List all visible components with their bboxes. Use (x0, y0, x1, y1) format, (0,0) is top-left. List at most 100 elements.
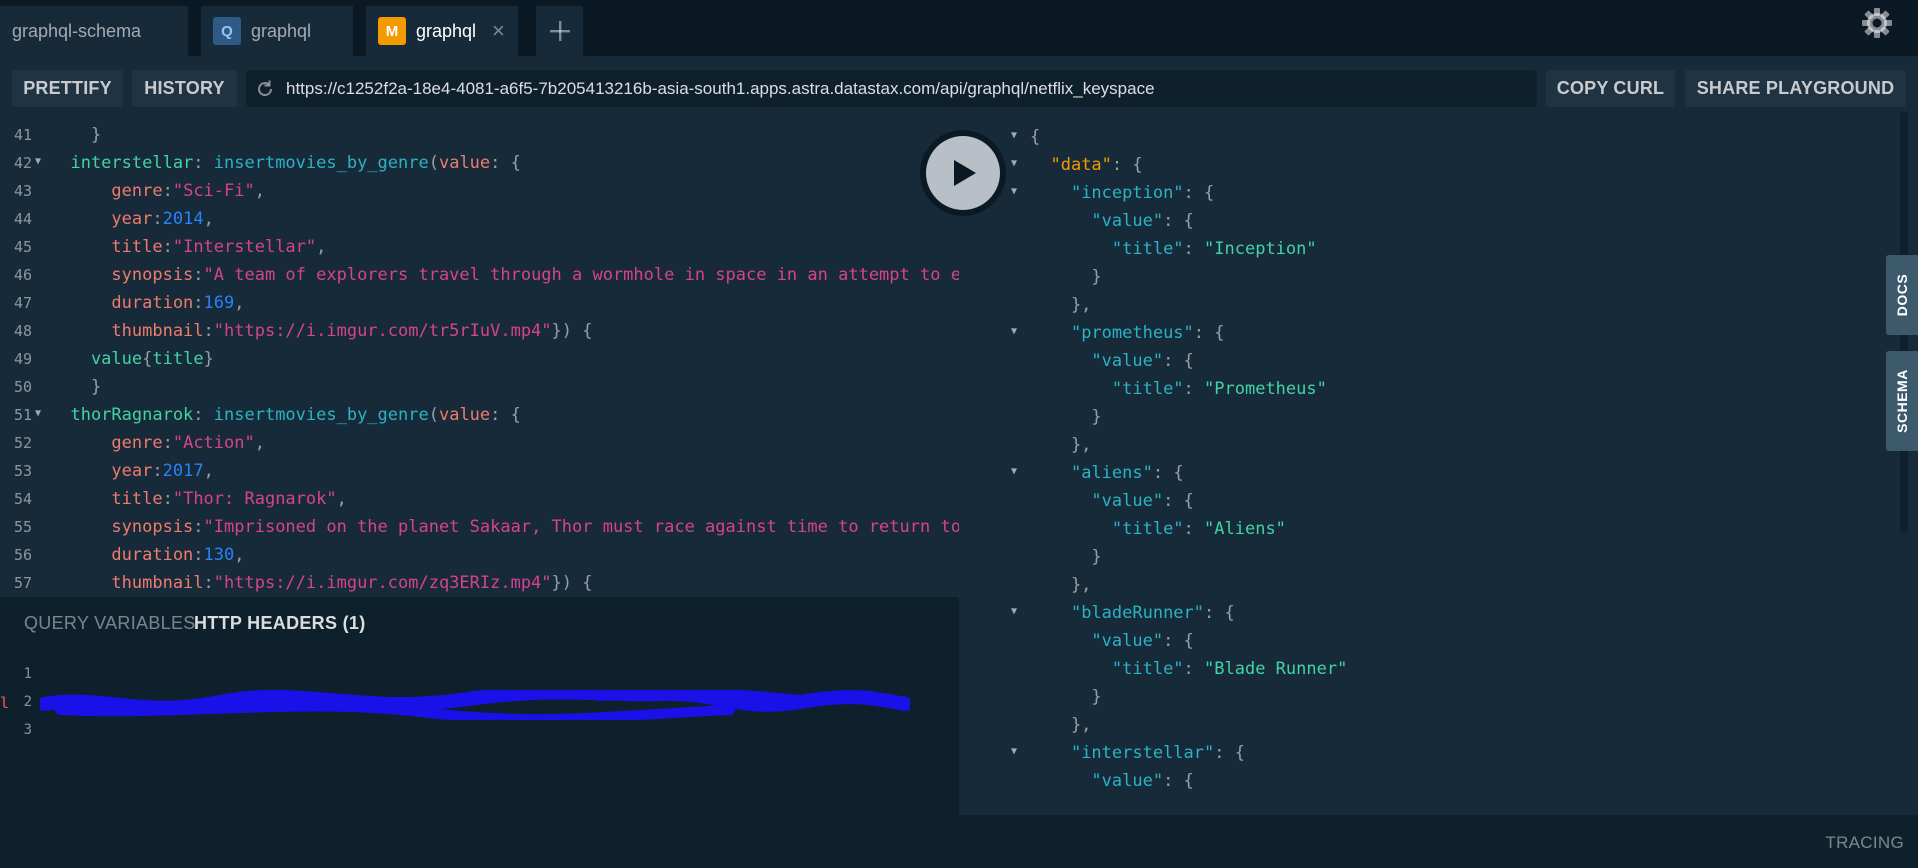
code-line[interactable]: 57 thumbnail:"https://i.imgur.com/zq3ERI… (0, 570, 959, 597)
result-line: "value": { (959, 208, 1859, 236)
code-line[interactable]: 48 thumbnail:"https://i.imgur.com/tr5rIu… (0, 318, 959, 346)
code-text: genre:"Sci-Fi", (50, 181, 265, 201)
line-number: 47 (13, 294, 32, 312)
code-text: thumbnail:"https://i.imgur.com/zq3ERIz.m… (50, 573, 592, 593)
code-token: 169 (203, 293, 235, 313)
code-token: "Imprisoned on the planet Sakaar, Thor m… (203, 517, 959, 537)
json-token: "value" (1091, 771, 1164, 791)
line-number: 53 (13, 462, 32, 480)
code-line[interactable]: 49 value{title} (0, 346, 959, 374)
fold-arrow-icon[interactable]: ▼ (1011, 606, 1017, 617)
code-line[interactable]: 41 } (0, 122, 959, 150)
code-token: , (336, 489, 347, 509)
code-line[interactable]: 45 title:"Interstellar", (0, 234, 959, 262)
code-token: : (152, 461, 163, 481)
query-editor[interactable]: 41 } 42 ▼ interstellar: insertmovies_by_ge… (0, 122, 959, 597)
tab-http-headers[interactable]: HTTP HEADERS (1) (194, 613, 365, 634)
code-line[interactable]: 50 } (0, 374, 959, 402)
code-line[interactable]: 43 genre:"Sci-Fi", (0, 178, 959, 206)
docs-button[interactable]: DOCS (1886, 255, 1918, 335)
json-token: } (1030, 407, 1102, 427)
header-line[interactable]: 1 (0, 662, 959, 690)
header-line[interactable]: 3 (0, 718, 959, 746)
gear-icon (1862, 8, 1892, 38)
result-text: "title": "Blade Runner" (1030, 659, 1347, 679)
json-token: "aliens" (1070, 463, 1153, 483)
code-line[interactable]: 53 year:2017, (0, 458, 959, 486)
result-line: } (959, 264, 1859, 292)
json-token: "title" (1111, 659, 1184, 679)
code-line[interactable]: 55 synopsis:"Imprisoned on the planet Sa… (0, 514, 959, 542)
tab-query-variables[interactable]: QUERY VARIABLES (24, 613, 196, 634)
result-line: "value": { (959, 488, 1859, 516)
tracing-button[interactable]: TRACING (1825, 833, 1904, 853)
fold-arrow-icon[interactable]: ▼ (35, 408, 41, 419)
code-line[interactable]: 52 genre:"Action", (0, 430, 959, 458)
code-token: , (203, 209, 214, 229)
prettify-button[interactable]: PRETTIFY (12, 70, 123, 107)
execute-query-button[interactable] (920, 130, 1006, 216)
endpoint-url-input[interactable]: https://c1252f2a-18e4-4081-a6f5-7b205413… (246, 70, 1537, 107)
code-line[interactable]: 51 ▼ thorRagnarok: insertmovies_by_genre(… (0, 402, 959, 430)
json-token: "title" (1111, 379, 1184, 399)
code-token: , (254, 181, 265, 201)
json-token: "prometheus" (1070, 323, 1194, 343)
fold-arrow-icon[interactable]: ▼ (1011, 746, 1017, 757)
code-line[interactable]: 54 title:"Thor: Ragnarok", (0, 486, 959, 514)
tab-graphql-mutation[interactable]: M graphql × (366, 6, 518, 56)
code-line[interactable]: 47 duration:169, (0, 290, 959, 318)
result-text: }, (1030, 715, 1091, 735)
code-token: : (152, 209, 163, 229)
code-text: synopsis:"A team of explorers travel thr… (50, 265, 959, 285)
tab-graphql-schema[interactable]: graphql-schema (0, 6, 188, 56)
json-token: "Blade Runner" (1204, 659, 1348, 679)
line-number: 43 (13, 182, 32, 200)
fold-arrow-icon[interactable]: ▼ (1011, 326, 1017, 337)
tab-label: graphql (416, 20, 477, 41)
reload-icon[interactable] (254, 78, 276, 100)
history-button[interactable]: HISTORY (132, 70, 237, 107)
result-line: ▼ "bladeRunner": { (959, 600, 1859, 628)
code-token: year (50, 461, 153, 481)
code-token: synopsis (50, 265, 194, 285)
tab-graphql-query[interactable]: Q graphql (201, 6, 353, 56)
code-text: title:"Interstellar", (50, 237, 326, 257)
result-line: "title": "Blade Runner" (959, 656, 1859, 684)
schema-button[interactable]: SCHEMA (1886, 351, 1918, 451)
code-token: interstellar (50, 153, 194, 173)
json-token: : { (1183, 183, 1215, 203)
result-text: "aliens": { (1030, 463, 1184, 483)
json-token: "value" (1091, 491, 1164, 511)
fold-arrow-icon[interactable]: ▼ (1011, 186, 1017, 197)
line-number: 48 (13, 322, 32, 340)
fold-arrow-icon[interactable]: ▼ (1011, 158, 1017, 169)
settings-button[interactable] (1860, 6, 1894, 40)
add-tab-button[interactable] (536, 6, 583, 56)
fold-arrow-icon[interactable]: ▼ (1011, 130, 1017, 141)
copy-curl-button[interactable]: COPY CURL (1546, 70, 1675, 107)
line-number: 3 (23, 722, 32, 738)
json-token: "inception" (1070, 183, 1184, 203)
close-tab-icon[interactable]: × (492, 20, 505, 42)
code-line[interactable]: 46 synopsis:"A team of explorers travel … (0, 262, 959, 290)
code-line[interactable]: 42 ▼ interstellar: insertmovies_by_genre(… (0, 150, 959, 178)
result-viewer[interactable]: ▼{▼ "data": {▼ "inception": { "value": {… (959, 122, 1918, 815)
code-token: insertmovies_by_genre (213, 405, 429, 425)
fold-arrow-icon[interactable]: ▼ (35, 156, 41, 167)
result-text: }, (1030, 575, 1091, 595)
code-text: } (50, 125, 101, 145)
code-token: { (142, 349, 153, 369)
fold-arrow-icon[interactable]: ▼ (1011, 466, 1017, 477)
json-token: "Prometheus" (1204, 379, 1327, 399)
share-playground-button[interactable]: SHARE PLAYGROUND (1685, 70, 1906, 107)
code-line[interactable]: 44 year:2014, (0, 206, 959, 234)
code-line[interactable]: 56 duration:130, (0, 542, 959, 570)
json-token: : { (1163, 491, 1194, 511)
code-token: : (203, 321, 214, 341)
